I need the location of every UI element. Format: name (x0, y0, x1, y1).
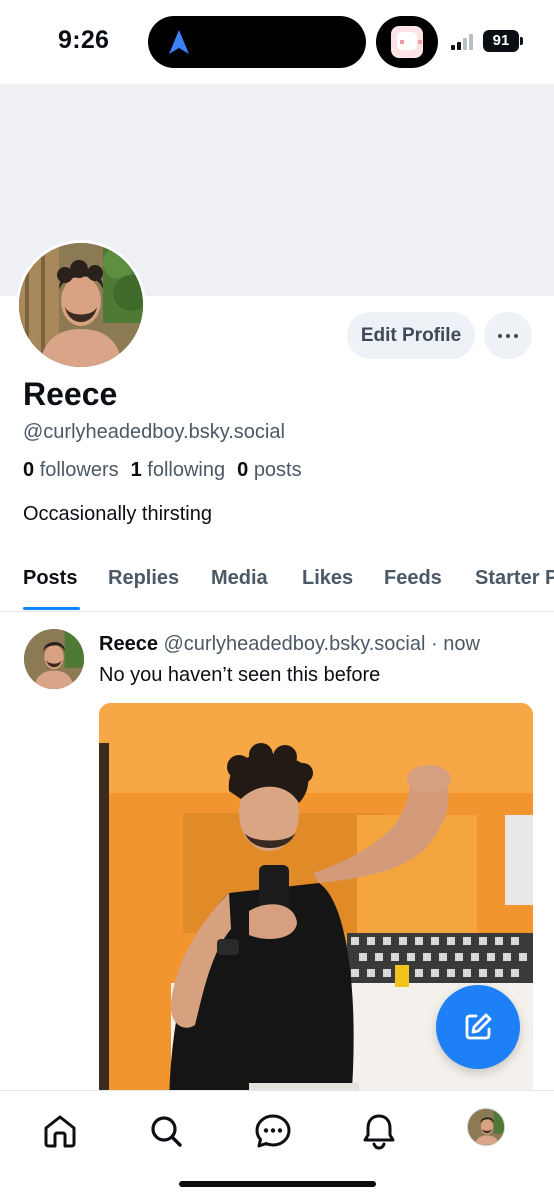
post-header: Reece @curlyheadedboy.bsky.social · now (99, 633, 480, 656)
profile-tabs: Posts Replies Media Likes Feeds Starter … (0, 556, 554, 612)
following-link[interactable]: 1 following (131, 459, 226, 481)
compose-post-button[interactable] (436, 985, 520, 1069)
battery-icon: 91 (483, 30, 519, 52)
chat-icon[interactable] (253, 1111, 293, 1151)
status-bar: 9:26 91 (0, 0, 554, 84)
compose-icon (465, 1013, 492, 1040)
profile-stats: 0 followers 1 following 0 posts (23, 459, 302, 482)
post-text: No you haven’t seen this before (99, 664, 381, 686)
home-indicator (179, 1181, 376, 1187)
home-icon[interactable] (40, 1111, 80, 1151)
profile-handle: @curlyheadedboy.bsky.social (23, 421, 285, 443)
profile-tab-avatar[interactable] (467, 1108, 505, 1146)
search-icon[interactable] (146, 1111, 186, 1151)
following-label: following (147, 459, 226, 481)
profile-display-name: Reece (23, 376, 118, 412)
post-separator: · (430, 633, 438, 655)
navigation-arrow-icon (169, 30, 189, 54)
tab-replies[interactable]: Replies (108, 567, 179, 590)
profile-avatar[interactable] (16, 240, 146, 370)
tab-starter-packs[interactable]: Starter Packs (475, 567, 554, 590)
edit-profile-button[interactable]: Edit Profile (347, 312, 475, 359)
post-timestamp[interactable]: now (443, 633, 480, 655)
tab-posts[interactable]: Posts (23, 567, 77, 590)
followers-label: followers (39, 459, 119, 481)
posts-stat: 0 posts (237, 459, 302, 481)
followers-count: 0 (23, 459, 35, 481)
post-author-handle[interactable]: @curlyheadedboy.bsky.social (164, 633, 426, 655)
notifications-icon[interactable] (359, 1111, 399, 1151)
posts-label: posts (253, 459, 302, 481)
live-activity-app-icon (376, 16, 438, 68)
tab-feeds[interactable]: Feeds (384, 567, 442, 590)
following-count: 1 (130, 459, 142, 481)
status-time: 9:26 (58, 26, 110, 54)
profile-bio: Occasionally thirsting (23, 503, 212, 525)
post-author-name[interactable]: Reece (99, 633, 158, 655)
dynamic-island (148, 16, 366, 68)
post-author-avatar[interactable] (24, 629, 84, 689)
active-tab-indicator (23, 607, 80, 610)
cellular-signal-icon (451, 34, 477, 50)
battery-tip (520, 37, 523, 45)
tab-media[interactable]: Media (211, 567, 268, 590)
more-options-button[interactable] (484, 312, 532, 359)
posts-count: 0 (237, 459, 249, 481)
tab-likes[interactable]: Likes (302, 567, 353, 590)
followers-link[interactable]: 0 followers (23, 459, 119, 481)
